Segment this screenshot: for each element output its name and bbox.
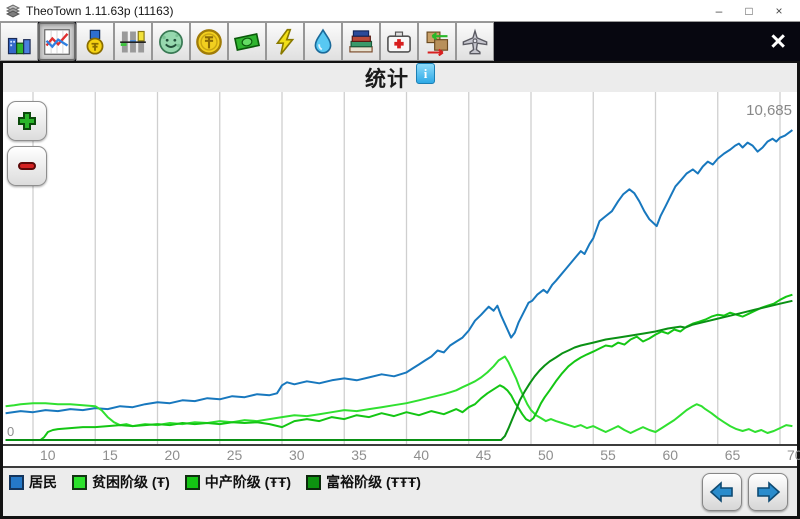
game-toolbar: × bbox=[0, 22, 800, 61]
series-line-贫困阶级 (Ŧ) bbox=[6, 357, 793, 434]
x-tick-label-55: 55 bbox=[600, 447, 616, 463]
legend-label: 贫困阶级 (Ŧ) bbox=[92, 472, 170, 492]
toolbar-button-water[interactable] bbox=[304, 22, 342, 61]
arrow-right-icon bbox=[754, 480, 782, 504]
x-tick-label-10: 10 bbox=[40, 447, 56, 463]
logistics-icon bbox=[423, 28, 451, 56]
window-close-button[interactable]: × bbox=[764, 1, 794, 21]
toolbar-button-airport[interactable] bbox=[456, 22, 494, 61]
rank-icon bbox=[81, 28, 109, 56]
panel-close-button[interactable]: × bbox=[756, 22, 800, 61]
toolbar-button-budget[interactable] bbox=[228, 22, 266, 61]
legend-swatch bbox=[9, 475, 24, 490]
legend-swatch bbox=[72, 475, 87, 490]
toolbar-button-currency[interactable] bbox=[190, 22, 228, 61]
legend-item: 居民 bbox=[9, 472, 57, 492]
prev-page-button[interactable] bbox=[702, 473, 742, 511]
airport-icon bbox=[461, 28, 489, 56]
chart-area: 0 10,685 bbox=[3, 92, 797, 444]
demand-icon bbox=[119, 28, 147, 56]
legend-label: 中产阶级 (ŦŦ) bbox=[205, 472, 291, 492]
toolbar-button-logistics[interactable] bbox=[418, 22, 456, 61]
x-tick-label-45: 45 bbox=[476, 447, 492, 463]
x-tick-label-40: 40 bbox=[414, 447, 430, 463]
x-tick-label-70: 70 bbox=[787, 447, 800, 463]
x-tick-label-65: 65 bbox=[725, 447, 741, 463]
zoom-in-button[interactable] bbox=[7, 101, 47, 141]
legend-swatch bbox=[185, 475, 200, 490]
water-icon bbox=[309, 28, 337, 56]
next-page-button[interactable] bbox=[748, 473, 788, 511]
toolbar-button-statistics[interactable] bbox=[38, 22, 76, 61]
toolbar-button-energy[interactable] bbox=[266, 22, 304, 61]
legend-item: 贫困阶级 (Ŧ) bbox=[72, 472, 170, 492]
legend-label: 居民 bbox=[29, 472, 57, 492]
toolbar-button-demand[interactable] bbox=[114, 22, 152, 61]
x-tick-label-15: 15 bbox=[102, 447, 118, 463]
statistics-icon bbox=[43, 28, 71, 56]
toolbar-button-health[interactable] bbox=[380, 22, 418, 61]
x-tick-label-50: 50 bbox=[538, 447, 554, 463]
legend-swatch bbox=[306, 475, 321, 490]
city-icon bbox=[5, 28, 33, 56]
panel-header: 统计 i bbox=[3, 63, 797, 92]
minus-icon bbox=[15, 154, 39, 178]
app-icon bbox=[6, 4, 20, 18]
os-titlebar: TheoTown 1.11.63p (11163) – □ × bbox=[0, 0, 800, 22]
education-icon bbox=[347, 28, 375, 56]
zoom-out-button[interactable] bbox=[7, 146, 47, 186]
window-controls: – □ × bbox=[704, 1, 794, 21]
maximize-button[interactable]: □ bbox=[734, 1, 764, 21]
budget-icon bbox=[233, 28, 261, 56]
statistics-chart: 0 10,685 bbox=[3, 92, 797, 444]
x-tick-label-25: 25 bbox=[227, 447, 243, 463]
statistics-panel: 统计 i 0 10,685 10 15 20 25 30 35 40 45 50 55 60 65 70 bbox=[0, 61, 800, 519]
toolbar-button-city[interactable] bbox=[0, 22, 38, 61]
currency-icon bbox=[195, 28, 223, 56]
arrow-left-icon bbox=[708, 480, 736, 504]
legend-item: 富裕阶级 (ŦŦŦ) bbox=[306, 472, 421, 492]
page-navigation bbox=[702, 473, 788, 511]
y-min-label: 0 bbox=[7, 424, 14, 439]
energy-icon bbox=[271, 28, 299, 56]
y-max-label: 10,685 bbox=[746, 102, 792, 119]
plus-icon bbox=[15, 109, 39, 133]
x-tick-label-35: 35 bbox=[351, 447, 367, 463]
legend-item: 中产阶级 (ŦŦ) bbox=[185, 472, 291, 492]
zoom-controls bbox=[7, 101, 47, 186]
legend-label: 富裕阶级 (ŦŦŦ) bbox=[326, 472, 421, 492]
info-icon[interactable]: i bbox=[416, 63, 435, 84]
chart-legend: 居民 贫困阶级 (Ŧ) 中产阶级 (ŦŦ) 富裕阶级 (ŦŦŦ) bbox=[9, 472, 421, 492]
window-title: TheoTown 1.11.63p (11163) bbox=[26, 4, 173, 18]
x-tick-label-20: 20 bbox=[165, 447, 181, 463]
minimize-button[interactable]: – bbox=[704, 1, 734, 21]
health-icon bbox=[385, 28, 413, 56]
toolbar-button-education[interactable] bbox=[342, 22, 380, 61]
x-axis: 10 15 20 25 30 35 40 45 50 55 60 65 70 bbox=[3, 444, 797, 468]
x-tick-label-30: 30 bbox=[289, 447, 305, 463]
series-line-居民 bbox=[6, 130, 793, 413]
app-window: TheoTown 1.11.63p (11163) – □ × × 统计 i 0… bbox=[0, 0, 800, 519]
happiness-icon bbox=[157, 28, 185, 56]
series-line-中产阶级 (ŦŦ) bbox=[6, 295, 793, 440]
toolbar-button-happiness[interactable] bbox=[152, 22, 190, 61]
page-title: 统计 bbox=[365, 63, 409, 93]
toolbar-button-rank[interactable] bbox=[76, 22, 114, 61]
x-tick-label-60: 60 bbox=[663, 447, 679, 463]
bottom-bar: 居民 贫困阶级 (Ŧ) 中产阶级 (ŦŦ) 富裕阶级 (ŦŦŦ) bbox=[3, 468, 797, 516]
